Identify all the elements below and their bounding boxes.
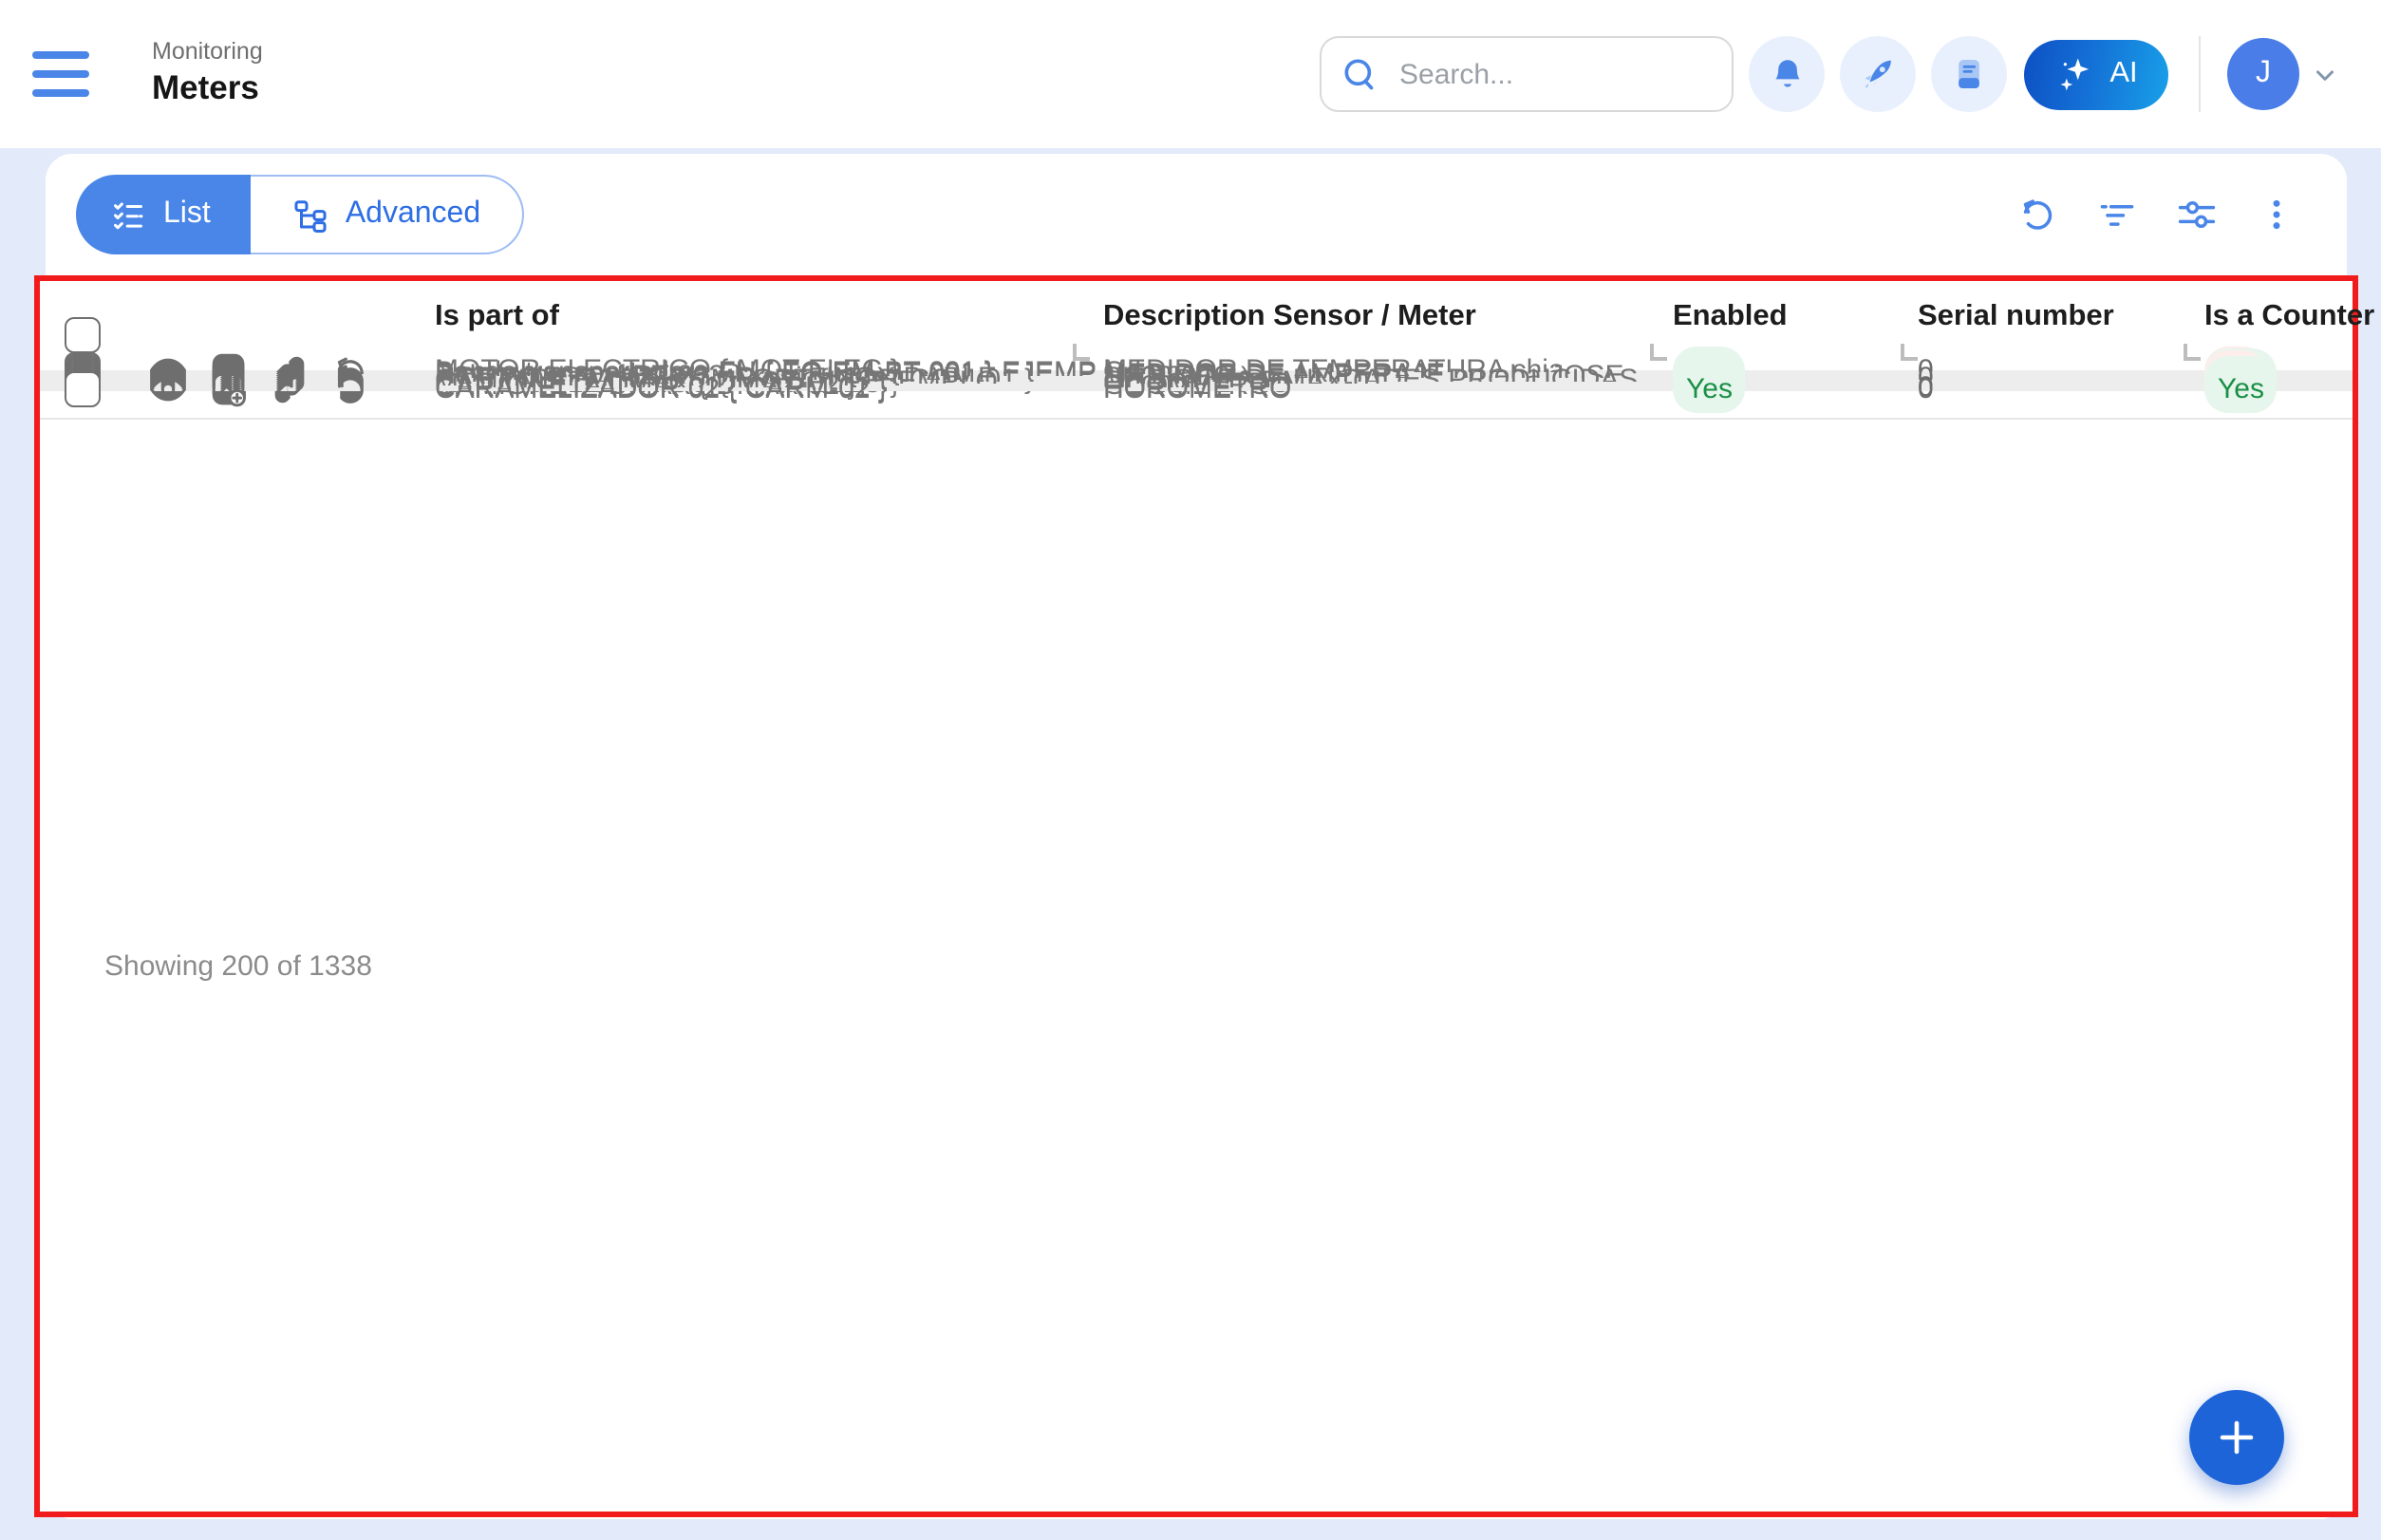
tab-list-view[interactable]: List (76, 175, 251, 254)
chevron-down-icon (2311, 60, 2339, 88)
add-meter-button[interactable] (2189, 1390, 2284, 1485)
sparkle-icon (2054, 53, 2096, 95)
row-checkbox[interactable] (65, 371, 101, 407)
bell-icon (1767, 54, 1807, 94)
is-counter-badge: Yes (2204, 366, 2278, 413)
account-menu-button[interactable] (2311, 60, 2339, 88)
document-icon (1950, 55, 1988, 93)
hierarchy-icon (292, 197, 328, 233)
breadcrumb: Monitoring Meters (152, 39, 263, 110)
tab-advanced-label: Advanced (346, 197, 480, 232)
table-toolbar: List Advanced (46, 154, 2347, 275)
search-input[interactable] (1396, 56, 1713, 92)
ai-assistant-button[interactable]: AI (2024, 39, 2168, 109)
rocket-icon (1857, 53, 1899, 95)
more-vert-icon[interactable] (2256, 194, 2297, 235)
docs-button[interactable] (1931, 36, 2007, 112)
table-row: CARAMELIZADOR 02 { CARM-02 }HOROMETROYes… (40, 389, 2353, 391)
column-header-counter[interactable]: Is a Counter (2204, 300, 2374, 334)
column-header-description[interactable]: Description Sensor / Meter (1103, 300, 1476, 334)
column-header-is-part-of[interactable]: Is part of (435, 300, 559, 334)
showing-count: Showing 200 of 1338 (104, 949, 372, 982)
search-icon (1340, 55, 1378, 93)
select-all-checkbox[interactable] (65, 317, 101, 353)
view-switcher: List Advanced (76, 175, 524, 254)
refresh-icon[interactable] (2016, 194, 2058, 235)
column-header-serial[interactable]: Serial number (1918, 300, 2114, 334)
link-icon[interactable] (270, 369, 309, 409)
reset-icon[interactable] (330, 369, 370, 409)
meters-table: Is part of Description Sensor / Meter En… (34, 275, 2358, 1517)
page-title: Meters (152, 68, 263, 110)
tune-icon[interactable] (2176, 194, 2218, 235)
avatar[interactable]: J (2227, 38, 2299, 110)
whats-new-button[interactable] (1840, 36, 1916, 112)
breadcrumb-section: Monitoring (152, 39, 263, 68)
menu-icon[interactable] (32, 51, 89, 97)
header-divider (2199, 36, 2201, 112)
description-cell: HOROMETRO (1103, 373, 1291, 405)
checklist-icon (110, 197, 146, 233)
tab-list-label: List (163, 197, 211, 232)
filter-icon[interactable] (2096, 194, 2138, 235)
enabled-badge: Yes (1673, 366, 1746, 413)
plus-icon (2214, 1415, 2259, 1460)
search-box[interactable] (1320, 36, 1734, 112)
column-resize-handle[interactable] (1901, 344, 1918, 361)
column-header-enabled[interactable]: Enabled (1673, 300, 1788, 334)
is-part-of-cell: CARAMELIZADOR 02 { CARM-02 } (435, 373, 888, 405)
toolbar-actions (2016, 154, 2297, 275)
tab-advanced-view[interactable]: Advanced (251, 175, 524, 254)
add-image-icon[interactable] (209, 369, 249, 409)
column-resize-handle[interactable] (2184, 344, 2201, 361)
eye-icon[interactable] (148, 369, 188, 409)
ai-label: AI (2109, 57, 2137, 91)
column-resize-handle[interactable] (1650, 344, 1667, 361)
serial-number-cell: 0 (1918, 373, 1934, 405)
notifications-button[interactable] (1749, 36, 1825, 112)
top-app-bar: Monitoring Meters (0, 0, 2381, 148)
table-footer: Showing 200 of 1338 (40, 420, 2353, 1512)
page: Monitoring Meters (0, 0, 2381, 1540)
